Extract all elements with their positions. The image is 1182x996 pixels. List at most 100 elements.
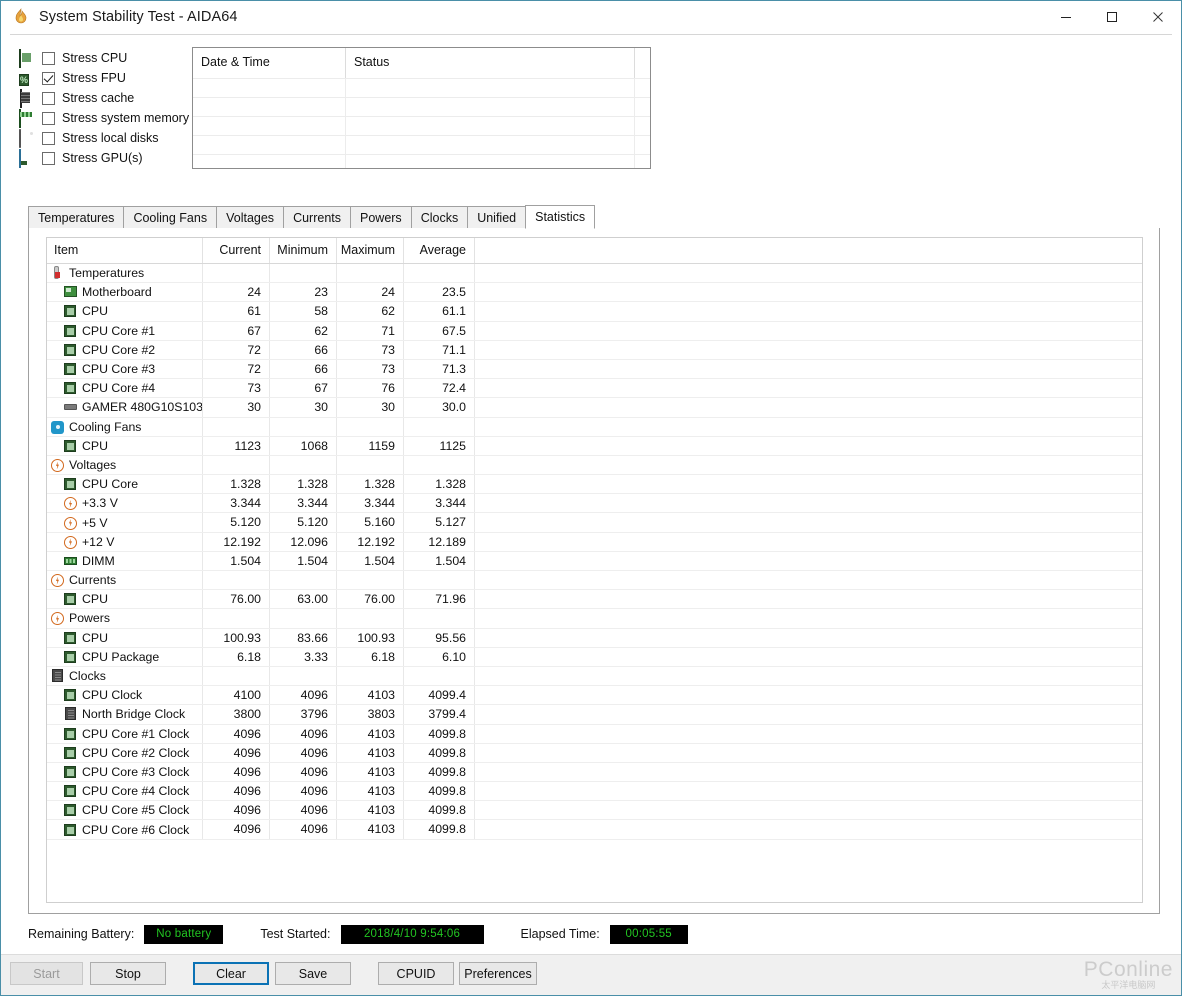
statistics-cell-maximum: 5.160	[337, 513, 404, 532]
statistics-cell-minimum: 66	[270, 340, 337, 359]
statistics-item-row[interactable]: CPU Core #1 67 62 71 67.5	[47, 321, 1142, 341]
tab-powers[interactable]: Powers	[350, 206, 412, 228]
statistics-item-row[interactable]: CPU Core #3 72 66 73 71.3	[47, 359, 1142, 380]
voltage-icon	[51, 573, 65, 588]
statistics-item-row[interactable]: Motherboard 24 23 24 23.5	[47, 283, 1142, 303]
chip-icon	[64, 688, 78, 702]
maximize-button[interactable]	[1089, 1, 1135, 33]
statistics-item-row[interactable]: CPU Core #6 Clock 4096 4096 4103 4099.8	[47, 820, 1142, 840]
statistics-cell-spacer	[475, 590, 1142, 608]
stress-gpu-checkbox[interactable]	[42, 151, 55, 165]
stats-column-current[interactable]: Current	[203, 238, 270, 263]
tab-unified[interactable]: Unified	[467, 206, 527, 228]
statistics-row-label: Powers	[69, 611, 111, 626]
statistics-row-label-cell: Cooling Fans	[47, 417, 203, 436]
statistics-group-row[interactable]: Clocks	[47, 666, 1142, 687]
save-button[interactable]: Save	[275, 962, 351, 985]
statistics-row-label-cell: Voltages	[47, 455, 203, 475]
statistics-group-row[interactable]: Cooling Fans	[47, 417, 1142, 437]
stats-column-item[interactable]: Item	[47, 238, 203, 263]
stress-memory-checkbox[interactable]	[42, 111, 55, 125]
statistics-row-label: CPU	[82, 438, 108, 453]
statistics-item-row[interactable]: CPU Core #4 73 67 76 72.4	[47, 379, 1142, 399]
statistics-cell-maximum: 73	[337, 340, 404, 359]
start-button[interactable]: Start	[10, 962, 83, 985]
cpuid-button[interactable]: CPUID	[378, 962, 454, 985]
statistics-item-row[interactable]: CPU Core #4 Clock 4096 4096 4103 4099.8	[47, 782, 1142, 802]
tab-temperatures[interactable]: Temperatures	[28, 206, 125, 228]
stress-fpu-label: Stress FPU	[62, 71, 126, 85]
statistics-item-row[interactable]: CPU Core #1 Clock 4096 4096 4103 4099.8	[47, 724, 1142, 744]
statistics-row-label-cell: CPU Core #2 Clock	[47, 743, 203, 762]
minimize-button[interactable]	[1043, 1, 1089, 33]
statistics-cell-maximum: 1.504	[337, 551, 404, 570]
stress-option-cache[interactable]: Stress cache	[19, 88, 195, 108]
statistics-cell-average	[404, 609, 475, 628]
statistics-row-label: +5 V	[82, 515, 108, 530]
stress-disks-checkbox[interactable]	[42, 131, 55, 145]
statistics-group-row[interactable]: Voltages	[47, 455, 1142, 476]
event-log-list[interactable]: Date & Time Status	[192, 47, 651, 169]
statistics-group-row[interactable]: Currents	[47, 571, 1142, 591]
statistics-cell-minimum	[270, 455, 337, 475]
statistics-item-row[interactable]: GAMER 480G10S103-...30303030.0	[47, 398, 1142, 418]
statistics-item-row[interactable]: +3.3 V 3.344 3.344 3.344 3.344	[47, 494, 1142, 514]
statistics-item-row[interactable]: CPU 1123 1068 1159 1125	[47, 436, 1142, 456]
statistics-cell-spacer	[475, 456, 1142, 474]
statistics-item-row[interactable]: DIMM 1.504 1.504 1.504 1.504	[47, 551, 1142, 571]
stats-column-maximum[interactable]: Maximum	[337, 238, 404, 263]
statistics-cell-current: 67	[203, 321, 270, 340]
statistics-item-row[interactable]: CPU 100.93 83.66 100.93 95.56	[47, 628, 1142, 648]
stress-fpu-checkbox[interactable]	[42, 71, 55, 85]
statistics-row-label-cell: CPU Core #3 Clock	[47, 762, 203, 782]
statistics-cell-spacer	[475, 437, 1142, 455]
stress-option-memory[interactable]: Stress system memory	[19, 108, 195, 128]
chip-icon	[64, 477, 78, 491]
statistics-item-row[interactable]: CPU Core 1.328 1.328 1.328 1.328	[47, 475, 1142, 495]
log-column-status[interactable]: Status	[346, 48, 635, 78]
statistics-cell-current	[203, 417, 270, 436]
statistics-item-row[interactable]: CPU Core #3 Clock 4096 4096 4103 4099.8	[47, 762, 1142, 783]
statistics-row-label-cell: CPU Core #1	[47, 321, 203, 340]
log-row-empty	[193, 116, 650, 135]
tab-currents[interactable]: Currents	[283, 206, 351, 228]
stress-option-gpu[interactable]: Stress GPU(s)	[19, 148, 195, 168]
statistics-cell-spacer	[475, 801, 1142, 819]
stats-column-minimum[interactable]: Minimum	[270, 238, 337, 263]
statistics-item-row[interactable]: CPU Core #2 Clock 4096 4096 4103 4099.8	[47, 743, 1142, 763]
dimm-icon	[64, 554, 78, 568]
tab-cooling-fans[interactable]: Cooling Fans	[123, 206, 218, 228]
stress-option-fpu[interactable]: % Stress FPU	[19, 68, 195, 88]
statistics-item-row[interactable]: +12 V 12.192 12.096 12.192 12.189	[47, 532, 1142, 552]
statistics-group-row[interactable]: Temperatures	[47, 264, 1142, 284]
statistics-item-row[interactable]: CPU 61 58 62 61.1	[47, 302, 1142, 322]
tab-statistics[interactable]: Statistics	[525, 205, 596, 229]
statistics-item-row[interactable]: CPU Core #5 Clock 4096 4096 4103 4099.8	[47, 801, 1142, 821]
statistics-row-label: Voltages	[69, 457, 117, 472]
stress-option-cpu[interactable]: Stress CPU	[19, 48, 195, 68]
close-button[interactable]	[1135, 1, 1181, 33]
tab-clocks[interactable]: Clocks	[410, 206, 469, 228]
log-column-datetime[interactable]: Date & Time	[193, 48, 346, 78]
statistics-item-row[interactable]: CPU 76.00 63.00 76.00 71.96	[47, 590, 1142, 610]
stress-cache-checkbox[interactable]	[42, 91, 55, 105]
stress-option-disks[interactable]: Stress local disks	[19, 128, 195, 148]
clear-button[interactable]: Clear	[193, 962, 269, 985]
chip-icon	[64, 592, 78, 606]
stats-column-average[interactable]: Average	[404, 238, 475, 263]
statistics-cell-minimum: 83.66	[270, 628, 337, 647]
tab-voltages[interactable]: Voltages	[216, 206, 285, 228]
statistics-cell-average	[404, 666, 475, 686]
stop-button[interactable]: Stop	[90, 962, 166, 985]
statistics-item-row[interactable]: CPU Core #2 72 66 73 71.1	[47, 340, 1142, 360]
statistics-group-row[interactable]: Powers	[47, 609, 1142, 629]
statistics-cell-minimum	[270, 571, 337, 590]
statistics-item-row[interactable]: +5 V 5.120 5.120 5.160 5.127	[47, 513, 1142, 533]
event-log-rows	[193, 78, 650, 168]
statistics-item-row[interactable]: CPU Package 6.18 3.33 6.18 6.10	[47, 647, 1142, 667]
preferences-button[interactable]: Preferences	[459, 962, 537, 985]
stress-cpu-checkbox[interactable]	[42, 51, 55, 65]
statistics-item-row[interactable]: CPU Clock 4100 4096 4103 4099.4	[47, 686, 1142, 706]
statistics-cell-minimum: 3796	[270, 705, 337, 724]
statistics-item-row[interactable]: North Bridge Clock 3800 3796 3803 3799.4	[47, 705, 1142, 725]
